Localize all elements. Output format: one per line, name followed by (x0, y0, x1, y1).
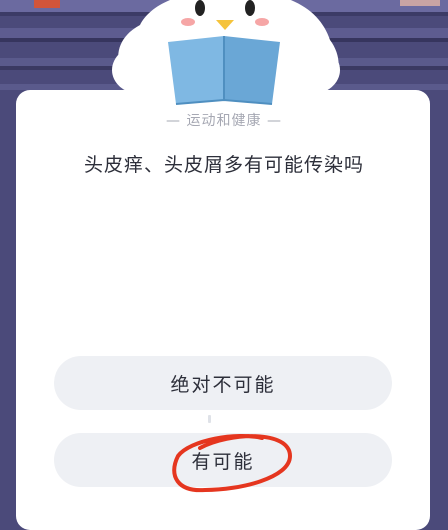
question-text: 头皮痒、头皮屑多有可能传染吗 (83, 154, 364, 176)
answer-option-2[interactable]: 有可能 (54, 433, 392, 487)
divider-mark (208, 415, 211, 423)
answer-option-2-label: 有可能 (191, 450, 255, 473)
answer-option-1-label: 绝对不可能 (170, 373, 276, 396)
quiz-category: — 运动和健康 — (166, 113, 282, 129)
answer-option-1[interactable]: 绝对不可能 (54, 356, 392, 410)
